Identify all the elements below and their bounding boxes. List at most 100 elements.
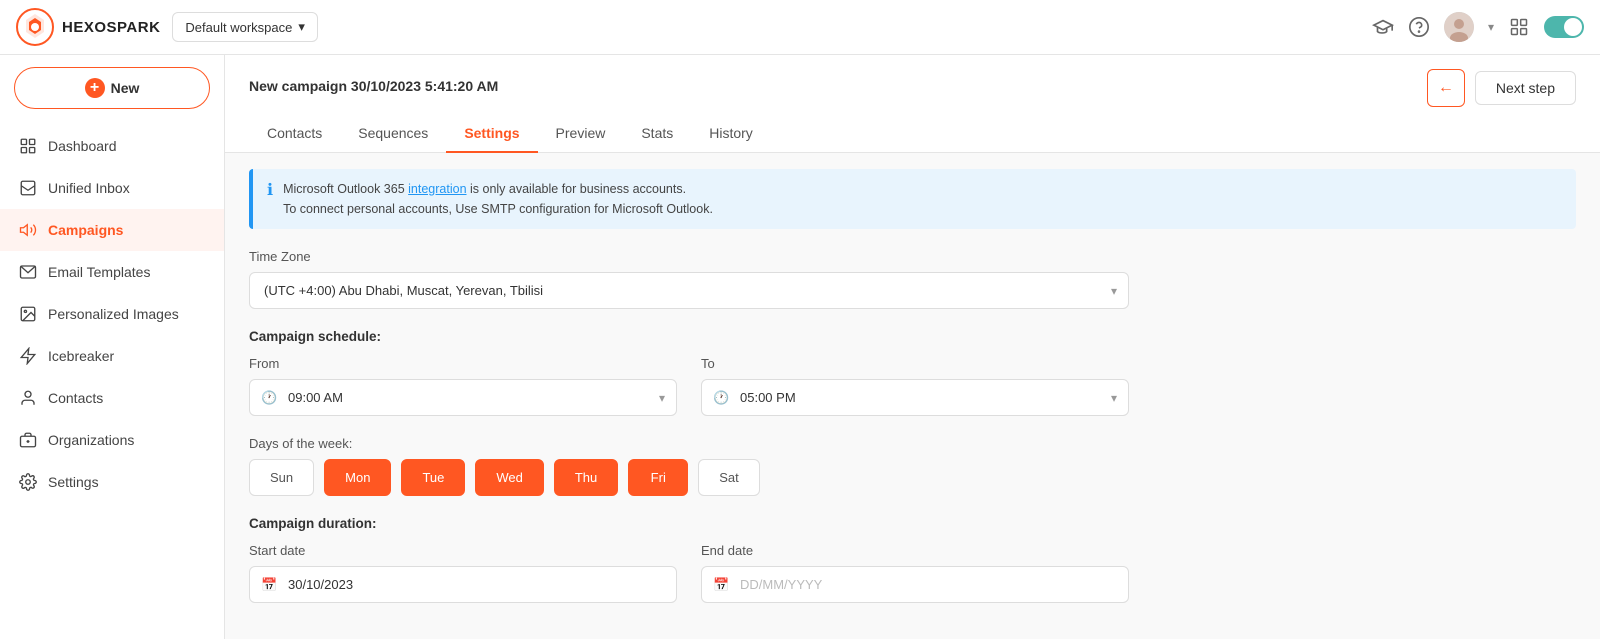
logo: HEXOSPARK (16, 8, 160, 46)
sidebar: + New Dashboard Unified Inbox (0, 55, 225, 639)
timezone-select-wrapper: (UTC +4:00) Abu Dhabi, Muscat, Yerevan, … (249, 272, 1129, 309)
sidebar-item-label: Icebreaker (48, 348, 114, 364)
chevron-down-icon: ▾ (298, 19, 305, 35)
days-section: Days of the week: Sun Mon Tue Wed Thu Fr… (249, 436, 1129, 496)
tab-stats[interactable]: Stats (623, 115, 691, 153)
tab-history[interactable]: History (691, 115, 771, 153)
tab-actions: ← Next step (1427, 69, 1576, 115)
from-field: From 🕐 09:00 AM ▾ (249, 356, 677, 416)
content-area: New campaign 30/10/2023 5:41:20 AM ← Nex… (225, 55, 1600, 639)
sidebar-item-label: Contacts (48, 390, 103, 406)
schedule-group: Campaign schedule: From 🕐 09:00 AM ▾ (249, 329, 1576, 416)
campaign-header: New campaign 30/10/2023 5:41:20 AM ← Nex… (225, 55, 1600, 153)
tab-contacts[interactable]: Contacts (249, 115, 340, 153)
lightning-icon (18, 346, 38, 366)
contact-icon (18, 388, 38, 408)
sidebar-item-label: Email Templates (48, 264, 150, 280)
days-row: Sun Mon Tue Wed Thu Fri Sat (249, 459, 1129, 496)
info-text: Microsoft Outlook 365 integration is onl… (283, 179, 713, 219)
info-icon: ℹ (267, 180, 273, 200)
days-label: Days of the week: (249, 436, 1129, 451)
new-button[interactable]: + New (14, 67, 210, 109)
sidebar-item-label: Personalized Images (48, 306, 179, 322)
start-date-label: Start date (249, 543, 677, 558)
workspace-label: Default workspace (185, 20, 292, 35)
megaphone-icon (18, 220, 38, 240)
sidebar-item-label: Dashboard (48, 138, 117, 154)
integration-link[interactable]: integration (408, 182, 466, 196)
workspace-selector[interactable]: Default workspace ▾ (172, 12, 317, 42)
tab-settings[interactable]: Settings (446, 115, 537, 153)
sidebar-item-icebreaker[interactable]: Icebreaker (0, 335, 224, 377)
logo-icon (16, 8, 54, 46)
sidebar-item-campaigns[interactable]: Campaigns (0, 209, 224, 251)
sidebar-item-personalized-images[interactable]: Personalized Images (0, 293, 224, 335)
content-body: ℹ Microsoft Outlook 365 integration is o… (225, 153, 1600, 639)
org-icon (18, 430, 38, 450)
avatar[interactable] (1444, 12, 1474, 42)
day-mon[interactable]: Mon (324, 459, 391, 496)
start-date-field: Start date 📅 (249, 543, 677, 603)
day-wed[interactable]: Wed (475, 459, 544, 496)
sidebar-item-settings[interactable]: Settings (0, 461, 224, 503)
sidebar-item-label: Settings (48, 474, 99, 490)
app-name: HEXOSPARK (62, 19, 160, 36)
campaign-tabs: Contacts Sequences Settings Preview Stat… (249, 115, 1576, 152)
timezone-label: Time Zone (249, 249, 1576, 264)
start-date-wrapper: 📅 (249, 566, 677, 603)
day-sun[interactable]: Sun (249, 459, 314, 496)
day-thu[interactable]: Thu (554, 459, 618, 496)
to-select-wrapper: 🕐 05:00 PM ▾ (701, 379, 1129, 416)
timezone-select[interactable]: (UTC +4:00) Abu Dhabi, Muscat, Yerevan, … (249, 272, 1129, 309)
day-tue[interactable]: Tue (401, 459, 465, 496)
to-label: To (701, 356, 1129, 371)
start-date-input[interactable] (249, 566, 677, 603)
inbox-icon (18, 178, 38, 198)
sidebar-item-organizations[interactable]: Organizations (0, 419, 224, 461)
sidebar-item-contacts[interactable]: Contacts (0, 377, 224, 419)
schedule-row: From 🕐 09:00 AM ▾ To (249, 356, 1129, 416)
day-fri[interactable]: Fri (628, 459, 688, 496)
tab-preview[interactable]: Preview (538, 115, 624, 153)
from-label: From (249, 356, 677, 371)
email-icon (18, 262, 38, 282)
form-section: Time Zone (UTC +4:00) Abu Dhabi, Muscat,… (225, 229, 1600, 623)
duration-row: Start date 📅 End date 📅 (249, 543, 1129, 603)
sidebar-item-label: Organizations (48, 432, 134, 448)
sidebar-item-label: Unified Inbox (48, 180, 130, 196)
sidebar-item-email-templates[interactable]: Email Templates (0, 251, 224, 293)
new-button-label: New (111, 80, 140, 96)
duration-label: Campaign duration: (249, 516, 1129, 531)
sidebar-item-unified-inbox[interactable]: Unified Inbox (0, 167, 224, 209)
sidebar-item-dashboard[interactable]: Dashboard (0, 125, 224, 167)
timezone-group: Time Zone (UTC +4:00) Abu Dhabi, Muscat,… (249, 249, 1576, 309)
info-banner-line2: To connect personal accounts, Use SMTP c… (283, 199, 713, 219)
topbar: HEXOSPARK Default workspace ▾ (0, 0, 1600, 55)
grid-icon[interactable] (1508, 16, 1530, 38)
tab-sequences[interactable]: Sequences (340, 115, 446, 153)
campaign-title: New campaign 30/10/2023 5:41:20 AM (249, 78, 498, 94)
sidebar-item-label: Campaigns (48, 222, 123, 238)
day-sat[interactable]: Sat (698, 459, 760, 496)
to-field: To 🕐 05:00 PM ▾ (701, 356, 1129, 416)
main-layout: + New Dashboard Unified Inbox (0, 55, 1600, 639)
end-date-label: End date (701, 543, 1129, 558)
end-date-wrapper: 📅 (701, 566, 1129, 603)
duration-section: Campaign duration: Start date 📅 End date (249, 516, 1129, 603)
theme-toggle[interactable] (1544, 16, 1584, 38)
to-time-select[interactable]: 05:00 PM (701, 379, 1129, 416)
back-arrow-icon: ← (1438, 79, 1454, 97)
next-step-button[interactable]: Next step (1475, 71, 1576, 105)
from-time-select[interactable]: 09:00 AM (249, 379, 677, 416)
topbar-left: HEXOSPARK Default workspace ▾ (16, 8, 318, 46)
info-banner: ℹ Microsoft Outlook 365 integration is o… (249, 169, 1576, 229)
image-icon (18, 304, 38, 324)
chevron-down-icon: ▾ (1488, 20, 1494, 34)
question-circle-icon[interactable] (1408, 16, 1430, 38)
schedule-label: Campaign schedule: (249, 329, 1576, 344)
end-date-input[interactable] (701, 566, 1129, 603)
back-button[interactable]: ← (1427, 69, 1465, 107)
graduation-cap-icon[interactable] (1372, 16, 1394, 38)
plus-icon: + (85, 78, 105, 98)
grid-icon (18, 136, 38, 156)
